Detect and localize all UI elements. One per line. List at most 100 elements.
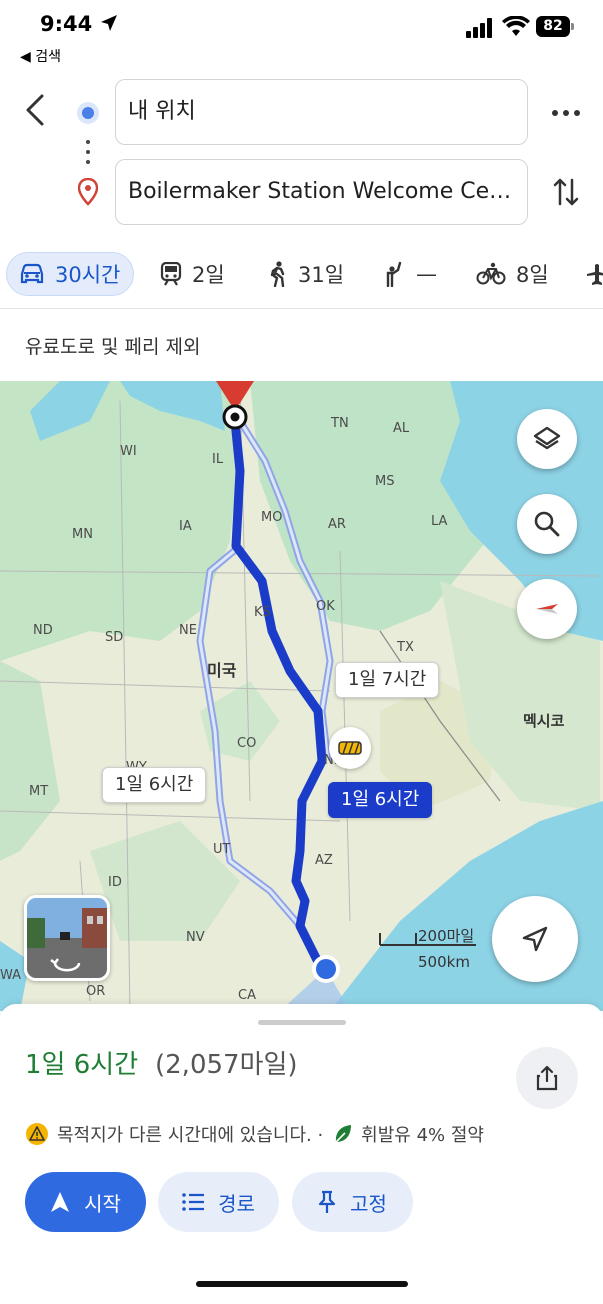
wifi-icon [502, 16, 530, 36]
my-location-button[interactable] [492, 896, 578, 982]
status-time: 9:44 [40, 12, 93, 36]
tab-walk[interactable]: 31일 [268, 252, 344, 296]
pin-label: 고정 [350, 1191, 387, 1216]
street-view-thumbnail[interactable] [24, 895, 110, 981]
country-label: 미국 [207, 661, 237, 680]
state-label: MN [72, 527, 93, 542]
state-label: UT [213, 842, 231, 857]
start-label: 시작 [84, 1191, 121, 1216]
divider [0, 308, 603, 309]
alt-route-label[interactable]: 1일 7시간 [335, 662, 440, 698]
search-along-route-button[interactable] [517, 494, 577, 554]
route-distance: (2,057마일) [155, 1050, 298, 1080]
route-dots-icon [86, 140, 90, 170]
state-label: OK [316, 599, 335, 614]
tab-walk-label: 31일 [298, 263, 345, 287]
tab-bike-label: 8일 [516, 263, 549, 287]
location-arrow-icon [101, 15, 117, 31]
steps-button[interactable]: 경로 [158, 1172, 279, 1232]
share-icon [536, 1065, 558, 1091]
alt-route-label[interactable]: 1일 6시간 [102, 767, 207, 803]
state-label: WA [0, 968, 22, 983]
state-label: LA [431, 514, 448, 529]
street-view-image [27, 898, 107, 978]
state-label: SD [105, 630, 124, 645]
scale-miles: 200마일 [418, 927, 475, 945]
travel-mode-tabs: 30시간 2일 31일 — 8일 [0, 247, 603, 299]
list-icon [182, 1193, 205, 1211]
state-label: MS [375, 474, 395, 489]
swap-icon[interactable] [552, 174, 580, 210]
fuel-savings-notice: 휘발유 4% 절약 [361, 1125, 484, 1146]
route-summary-sheet: 1일 6시간 (2,057마일) 목적지가 다른 시간대에 있습니다. · 휘발… [0, 1004, 603, 1304]
more-options-icon[interactable] [548, 98, 584, 128]
navigation-arrow-icon [522, 926, 548, 952]
route-notices: 목적지가 다른 시간대에 있습니다. · 휘발유 4% 절약 [25, 1121, 484, 1147]
steps-label: 경로 [218, 1191, 255, 1216]
hail-ride-icon [386, 261, 402, 287]
battery-level: 82 [536, 16, 570, 37]
origin-dot-icon [77, 102, 99, 124]
scale-km: 500km [418, 953, 470, 971]
state-label: IA [179, 519, 192, 534]
state-label: AZ [315, 853, 333, 868]
state-label: IL [212, 452, 224, 467]
tab-ride[interactable]: — [384, 252, 437, 296]
state-label: CA [238, 988, 256, 1003]
pin-button[interactable]: 고정 [292, 1172, 413, 1232]
status-bar: 9:44 ◀ 검색 82 [0, 0, 603, 65]
route-options-text[interactable]: 유료도로 및 페리 제외 [25, 332, 200, 359]
flight-icon [587, 264, 603, 285]
timezone-notice: 목적지가 다른 시간대에 있습니다. · [57, 1125, 324, 1146]
map-scale: 200마일 500km [378, 923, 478, 973]
state-label: WI [120, 444, 137, 459]
navigation-icon [51, 1192, 70, 1212]
state-label: TN [331, 416, 349, 431]
state-label: ID [108, 875, 122, 890]
state-label: AR [328, 517, 346, 532]
tab-bike[interactable]: 8일 [476, 252, 549, 296]
pin-icon [318, 1190, 336, 1213]
toll-road-icon[interactable] [329, 727, 371, 769]
tab-transit[interactable]: 2일 [160, 252, 225, 296]
warning-icon [26, 1123, 48, 1145]
battery-icon: 82 [536, 16, 574, 37]
state-label: TX [397, 640, 414, 655]
eco-leaf-icon [335, 1125, 352, 1143]
share-button[interactable] [516, 1047, 578, 1109]
state-label: MT [29, 784, 49, 799]
state-label: CO [237, 736, 257, 751]
state-label: KS [254, 605, 271, 620]
state-label: ND [33, 623, 53, 638]
tab-ride-label: — [416, 262, 437, 286]
back-to-app-link[interactable]: ◀ 검색 [20, 46, 61, 66]
mexico-label: 멕시코 [523, 712, 565, 730]
route-duration: 1일 6시간 [25, 1050, 139, 1080]
selected-route-label[interactable]: 1일 6시간 [328, 782, 433, 818]
destination-pin-icon [78, 178, 98, 206]
state-label: NE [179, 623, 197, 638]
origin-field[interactable]: 내 위치 [115, 79, 528, 145]
back-arrow-icon[interactable] [18, 88, 54, 132]
search-icon [534, 511, 560, 537]
state-label: OR [86, 984, 106, 999]
bike-icon [476, 262, 506, 285]
train-icon [160, 262, 182, 286]
compass-button[interactable] [517, 579, 577, 639]
car-icon [20, 263, 44, 284]
tab-flight[interactable] [585, 252, 603, 296]
state-label: AL [393, 421, 410, 436]
map-view[interactable]: WI IL MN IA MO NE KS OK SD ND CO WY UT A… [0, 381, 603, 1011]
layers-button[interactable] [517, 409, 577, 469]
tab-drive-label: 30시간 [55, 263, 121, 287]
start-navigation-button[interactable]: 시작 [25, 1172, 146, 1232]
layers-icon [533, 426, 561, 450]
tab-transit-label: 2일 [192, 263, 225, 287]
home-indicator[interactable] [196, 1281, 408, 1287]
walk-icon [270, 261, 285, 287]
destination-field[interactable]: Boilermaker Station Welcome Cen... [115, 159, 528, 225]
sheet-drag-handle[interactable] [258, 1020, 346, 1025]
compass-icon [536, 604, 558, 614]
tab-drive[interactable]: 30시간 [6, 252, 134, 296]
state-label: MO [261, 510, 283, 525]
